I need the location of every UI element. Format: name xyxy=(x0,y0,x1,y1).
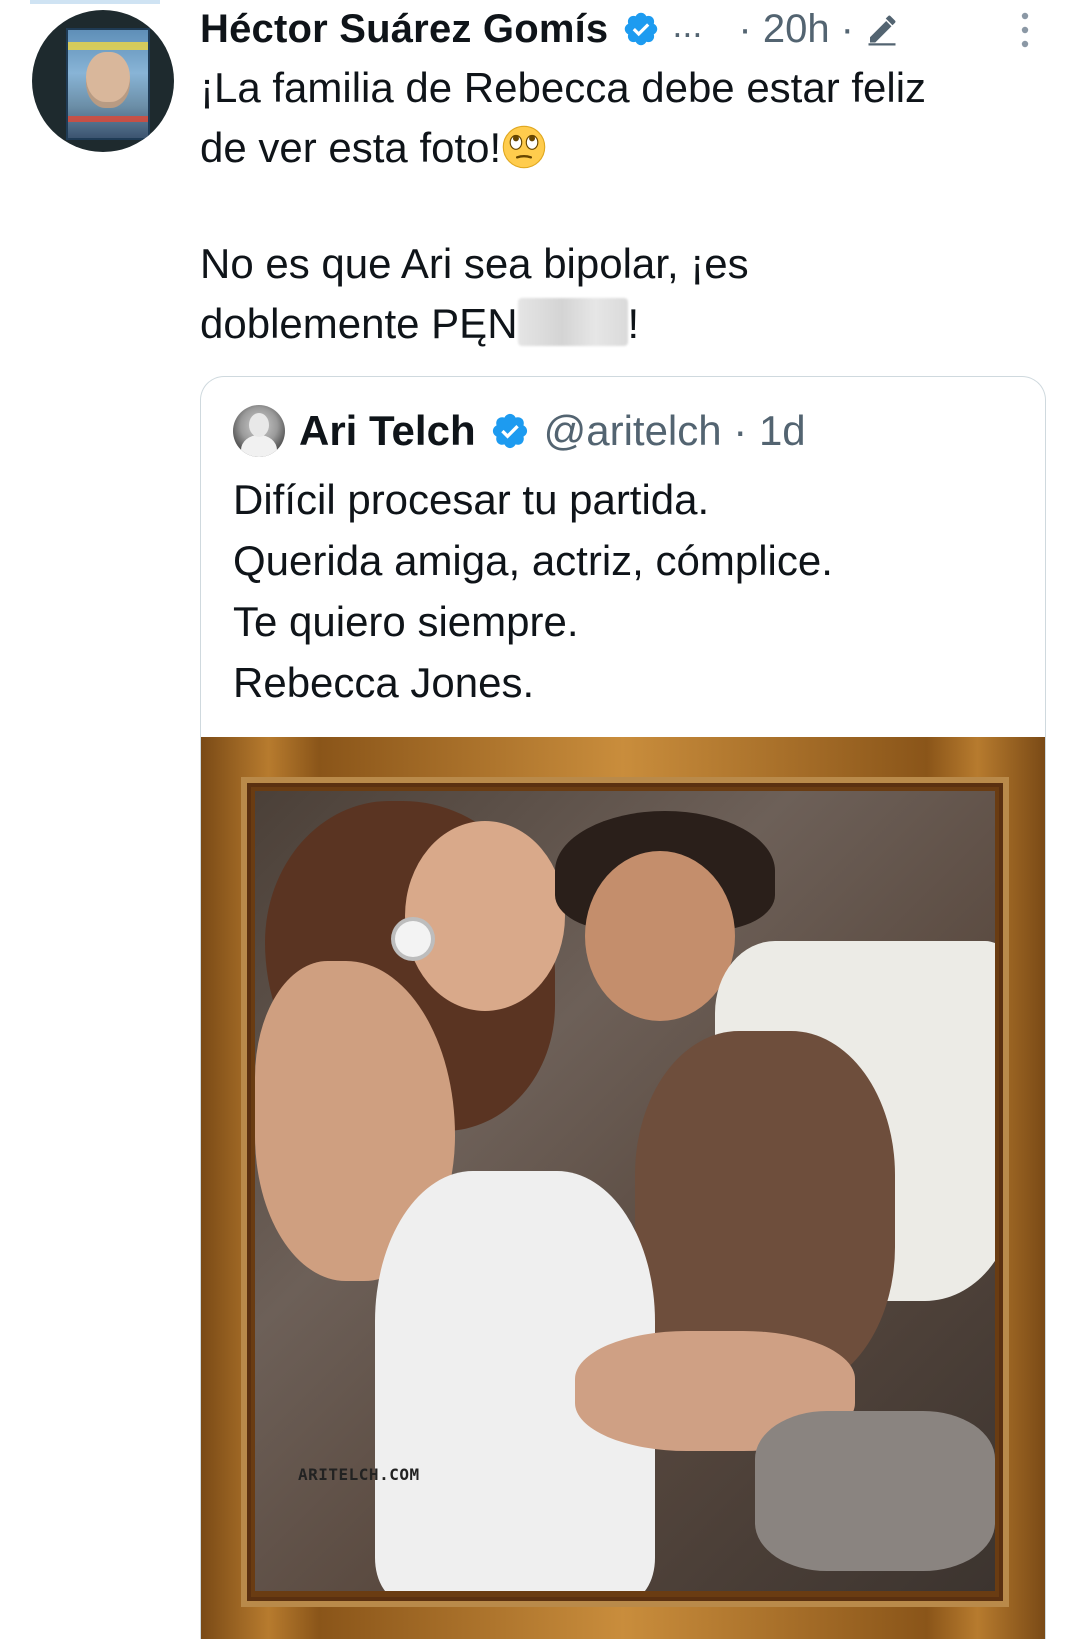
tweet-text-line-4-suffix: ! xyxy=(627,300,640,347)
author-name[interactable]: Héctor Suárez Gomís xyxy=(200,7,608,52)
tweet-timestamp[interactable]: · 20h · xyxy=(738,7,854,52)
more-vertical-icon[interactable] xyxy=(1015,10,1035,50)
rolling-eyes-emoji-icon xyxy=(502,125,546,169)
tweet-text-line-2-content: de ver esta foto! xyxy=(200,124,502,171)
tweet-header: Héctor Suárez Gomís ... · 20h · xyxy=(200,0,900,58)
quoted-author-avatar[interactable] xyxy=(233,405,285,457)
tweet-text-line-4-prefix: doblemente PĘN xyxy=(200,300,518,347)
name-truncation: ... xyxy=(672,4,703,45)
author-avatar[interactable] xyxy=(32,10,174,152)
quoted-author-name[interactable]: Ari Telch xyxy=(299,407,476,455)
tweet-text-line-1: ¡La familia de Rebecca debe estar feliz xyxy=(200,64,927,111)
quoted-tweet-header: Ari Telch @aritelch · 1d xyxy=(233,403,806,459)
edit-pencil-icon xyxy=(868,15,896,46)
quoted-text-line: Te quiero siempre. xyxy=(233,598,579,645)
avatar-poster-image xyxy=(66,28,150,140)
tweet-text-line-4: doblemente PĘN! xyxy=(200,294,639,354)
tweet: Héctor Suárez Gomís ... · 20h · ¡La fami… xyxy=(0,0,1080,1639)
quoted-tweet-photo[interactable] xyxy=(201,737,1045,1639)
quoted-text-line: Rebecca Jones. xyxy=(233,659,535,706)
blurred-text xyxy=(517,298,628,346)
verified-badge-icon xyxy=(625,12,658,46)
quoted-handle-time[interactable]: @aritelch · 1d xyxy=(544,407,806,455)
verified-badge-icon xyxy=(492,413,527,449)
photo-watermark: ARITELCH.COM xyxy=(298,1465,420,1484)
tweet-text-line-3: No es que Ari sea bipolar, ¡es xyxy=(200,240,749,287)
quoted-tweet-text: Difícil procesar tu partida. Querida ami… xyxy=(233,469,833,713)
quoted-text-line: Querida amiga, actriz, cómplice. xyxy=(233,537,833,584)
quoted-tweet-card[interactable]: Ari Telch @aritelch · 1d Difícil procesa… xyxy=(200,376,1046,1639)
tweet-text-line-2: de ver esta foto! xyxy=(200,118,547,178)
quoted-text-line: Difícil procesar tu partida. xyxy=(233,476,710,523)
